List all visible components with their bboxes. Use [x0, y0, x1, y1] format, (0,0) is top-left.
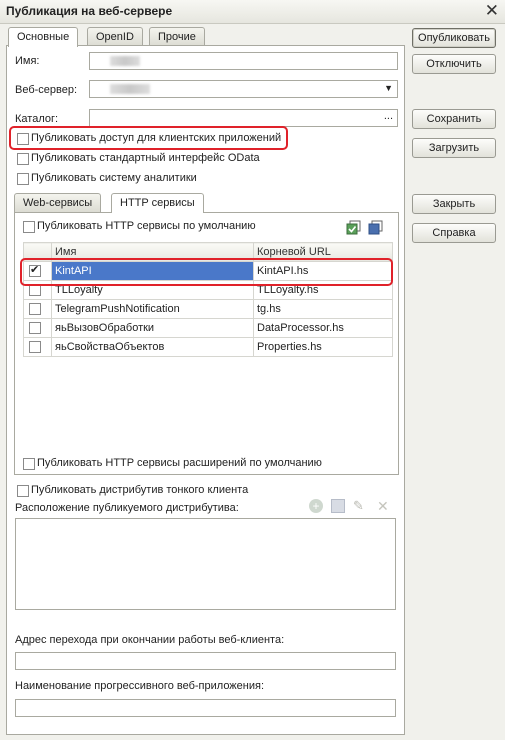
name-field[interactable] — [89, 52, 398, 70]
row-name[interactable]: яьВызовОбработки — [51, 318, 254, 338]
http-extensions-label: Публиковать HTTP сервисы расширений по у… — [37, 457, 322, 469]
row-checkbox[interactable] — [29, 341, 41, 353]
row-name[interactable]: TelegramPushNotification — [51, 299, 254, 319]
distribution-list[interactable] — [15, 518, 396, 610]
distribution-location-label: Расположение публикуемого дистрибутива: — [15, 502, 239, 514]
table-row[interactable]: яьСвойстваОбъектов Properties.hs — [23, 337, 393, 357]
disable-button[interactable]: Отключить — [412, 54, 496, 74]
title-bar: Публикация на веб-сервере ✕ — [0, 0, 505, 24]
thin-client-label: Публиковать дистрибутив тонкого клиента — [31, 484, 249, 496]
row-name[interactable]: яьСвойстваОбъектов — [51, 337, 254, 357]
odata-checkbox[interactable] — [17, 153, 29, 165]
add-icon[interactable]: + — [309, 499, 323, 513]
uncheck-all-icon[interactable] — [368, 220, 384, 236]
row-url[interactable]: tg.hs — [253, 299, 393, 319]
tab-main[interactable]: Основные — [8, 27, 79, 47]
table-row[interactable]: TelegramPushNotification tg.hs — [23, 299, 393, 319]
http-default-checkbox[interactable] — [23, 221, 35, 233]
http-default-label: Публиковать HTTP сервисы по умолчанию — [37, 220, 256, 232]
name-label: Имя: — [15, 55, 40, 67]
help-button[interactable]: Справка — [412, 223, 496, 243]
redacted-value — [110, 56, 140, 66]
http-extensions-checkbox[interactable] — [23, 458, 35, 470]
exit-url-label: Адрес перехода при окончании работы веб-… — [15, 634, 285, 646]
highlight-frame — [20, 258, 393, 286]
thin-client-checkbox[interactable] — [17, 485, 29, 497]
delete-icon[interactable]: ✕ — [377, 498, 389, 515]
highlight-frame — [9, 126, 288, 150]
analytics-checkbox[interactable] — [17, 173, 29, 185]
pwa-name-field[interactable] — [15, 699, 396, 717]
tab-web-services[interactable]: Web-сервисы — [14, 193, 102, 212]
row-url[interactable]: DataProcessor.hs — [253, 318, 393, 338]
row-url[interactable]: Properties.hs — [253, 337, 393, 357]
analytics-label: Публиковать систему аналитики — [31, 172, 197, 184]
tab-other[interactable]: Прочие — [149, 27, 205, 46]
browse-button[interactable]: ... — [384, 110, 393, 122]
tab-http-services[interactable]: HTTP сервисы — [111, 193, 204, 213]
chevron-down-icon[interactable]: ▼ — [384, 83, 393, 93]
web-server-label: Веб-сервер: — [15, 84, 78, 96]
catalog-label: Каталог: — [15, 113, 59, 125]
close-button[interactable]: Закрыть — [412, 194, 496, 214]
row-checkbox[interactable] — [29, 322, 41, 334]
load-button[interactable]: Загрузить — [412, 138, 496, 158]
redacted-value — [110, 84, 150, 94]
check-all-icon[interactable] — [346, 220, 362, 236]
save-button[interactable]: Сохранить — [412, 109, 496, 129]
row-checkbox[interactable] — [29, 303, 41, 315]
table-row[interactable]: яьВызовОбработки DataProcessor.hs — [23, 318, 393, 338]
copy-icon[interactable] — [331, 499, 345, 513]
tab-openid[interactable]: OpenID — [87, 27, 143, 46]
pwa-name-label: Наименование прогрессивного веб-приложен… — [15, 680, 265, 692]
close-icon[interactable]: ✕ — [485, 2, 499, 20]
window-title: Публикация на веб-сервере — [6, 4, 173, 18]
odata-label: Публиковать стандартный интерфейс OData — [31, 152, 260, 164]
exit-url-field[interactable] — [15, 652, 396, 670]
publish-button[interactable]: Опубликовать — [412, 28, 496, 48]
edit-icon[interactable]: ✎ — [353, 498, 364, 514]
web-server-select[interactable]: ▼ — [89, 80, 398, 98]
catalog-field[interactable]: ... — [89, 109, 398, 127]
